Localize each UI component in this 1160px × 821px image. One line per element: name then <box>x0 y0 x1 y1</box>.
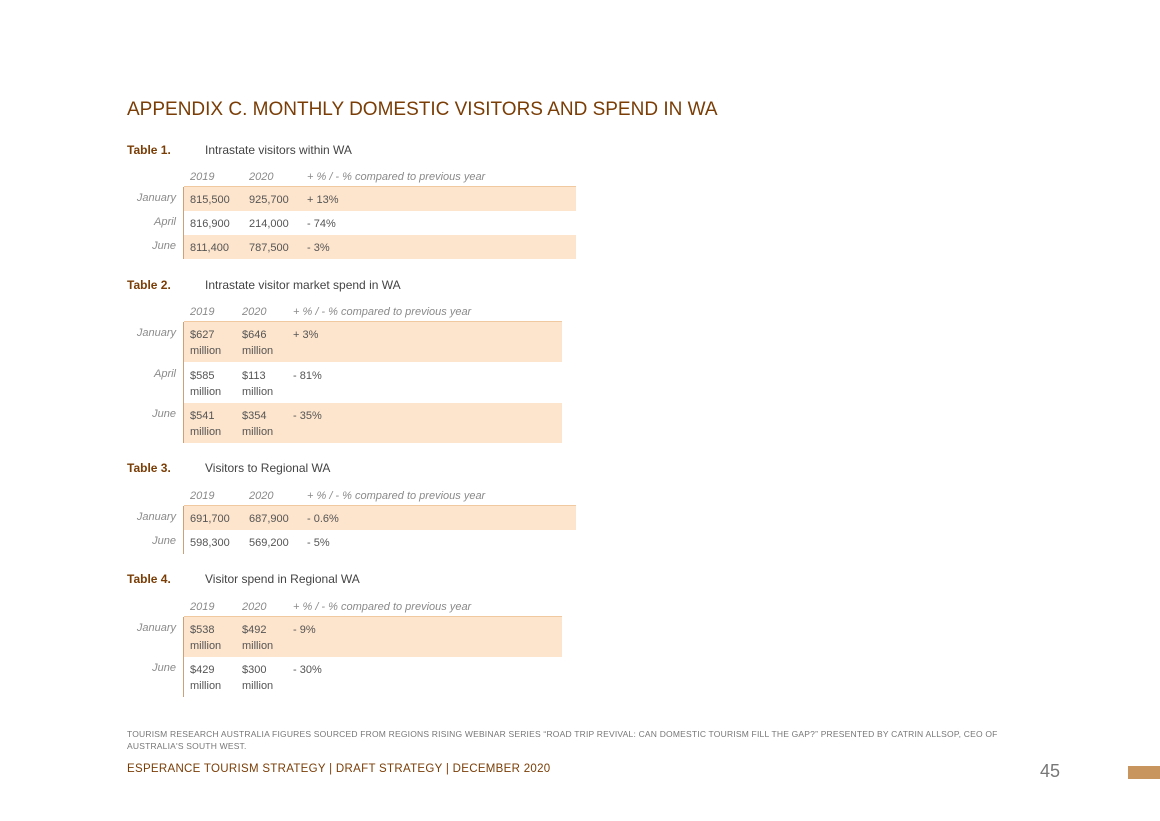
row-highlight <box>184 617 562 657</box>
value-2020: 925,700 <box>249 194 289 206</box>
table-1-caption: Table 1. Intrastate visitors within WA <box>127 143 352 157</box>
value-change: - 3% <box>307 242 330 254</box>
row-month: April <box>153 368 176 380</box>
table-number: Table 3. <box>127 461 171 475</box>
value-2020: 787,500 <box>249 242 289 254</box>
table-number: Table 4. <box>127 572 171 586</box>
col-change: + % / - % compared to previous year <box>307 490 486 502</box>
table-title: Intrastate visitor market spend in WA <box>205 278 401 292</box>
table-title: Visitor spend in Regional WA <box>205 572 360 586</box>
row-month: June <box>152 240 176 252</box>
row-month: January <box>136 192 176 204</box>
source-note: Tourism Research Australia figures sourc… <box>127 729 998 751</box>
table-3-caption: Table 3. Visitors to Regional WA <box>127 461 330 475</box>
value-change: - 9% <box>293 624 316 636</box>
value-change: - 74% <box>307 218 336 230</box>
value-2019: $538 million <box>190 624 222 652</box>
col-2019: 2019 <box>190 306 215 318</box>
col-2020: 2020 <box>242 306 267 318</box>
col-2020: 2020 <box>249 490 274 502</box>
value-change: - 5% <box>307 537 330 549</box>
value-change: + 3% <box>293 329 319 341</box>
value-change: - 35% <box>293 410 322 422</box>
document-footer: ESPERANCE TOURISM STRATEGY | DRAFT STRAT… <box>127 763 551 775</box>
value-change: - 30% <box>293 664 322 676</box>
value-2019: $541 million <box>190 410 222 438</box>
value-2019: $585 million <box>190 370 222 398</box>
value-2019: 816,900 <box>190 218 230 230</box>
value-2020: $113 million <box>242 370 274 398</box>
page-title: APPENDIX C. MONTHLY DOMESTIC VISITORS AN… <box>127 99 718 120</box>
value-change: + 13% <box>307 194 339 206</box>
row-highlight <box>184 235 576 259</box>
row-month: January <box>136 511 176 523</box>
value-2020: 214,000 <box>249 218 289 230</box>
col-2020: 2020 <box>249 171 274 183</box>
row-highlight <box>184 187 576 211</box>
value-2019: 691,700 <box>190 513 230 525</box>
value-2019: $429 million <box>190 664 222 692</box>
table-number: Table 1. <box>127 143 171 157</box>
col-change: + % / - % compared to previous year <box>293 306 472 318</box>
row-month: June <box>152 662 176 674</box>
row-month: January <box>136 622 176 634</box>
col-change: + % / - % compared to previous year <box>307 171 486 183</box>
value-2020: $300 million <box>242 664 274 692</box>
row-highlight <box>184 403 562 443</box>
table-title: Visitors to Regional WA <box>205 461 331 475</box>
row-month: January <box>136 327 176 339</box>
value-change: - 0.6% <box>307 513 339 525</box>
row-highlight <box>184 506 576 530</box>
col-2019: 2019 <box>190 171 215 183</box>
table-number: Table 2. <box>127 278 171 292</box>
value-2020: 569,200 <box>249 537 289 549</box>
section-tab <box>1128 766 1160 779</box>
value-2019: 815,500 <box>190 194 230 206</box>
value-2019: 811,400 <box>190 242 229 254</box>
value-2019: 598,300 <box>190 537 230 549</box>
value-2020: $492 million <box>242 624 274 652</box>
row-month: April <box>153 216 176 228</box>
row-month: June <box>152 535 176 547</box>
table-title: Intrastate visitors within WA <box>205 143 352 157</box>
col-2019: 2019 <box>190 490 215 502</box>
value-2019: $627 million <box>190 329 222 357</box>
col-2019: 2019 <box>190 601 215 613</box>
row-month: June <box>152 408 176 420</box>
value-2020: $354 million <box>242 410 274 438</box>
value-2020: 687,900 <box>249 513 289 525</box>
page-number: 45 <box>1040 761 1061 781</box>
row-highlight <box>184 322 562 362</box>
col-2020: 2020 <box>242 601 267 613</box>
col-change: + % / - % compared to previous year <box>293 601 472 613</box>
table-2-caption: Table 2. Intrastate visitor market spend … <box>127 278 401 292</box>
value-2020: $646 million <box>242 329 274 357</box>
value-change: - 81% <box>293 370 322 382</box>
table-4-caption: Table 4. Visitor spend in Regional WA <box>127 572 360 586</box>
